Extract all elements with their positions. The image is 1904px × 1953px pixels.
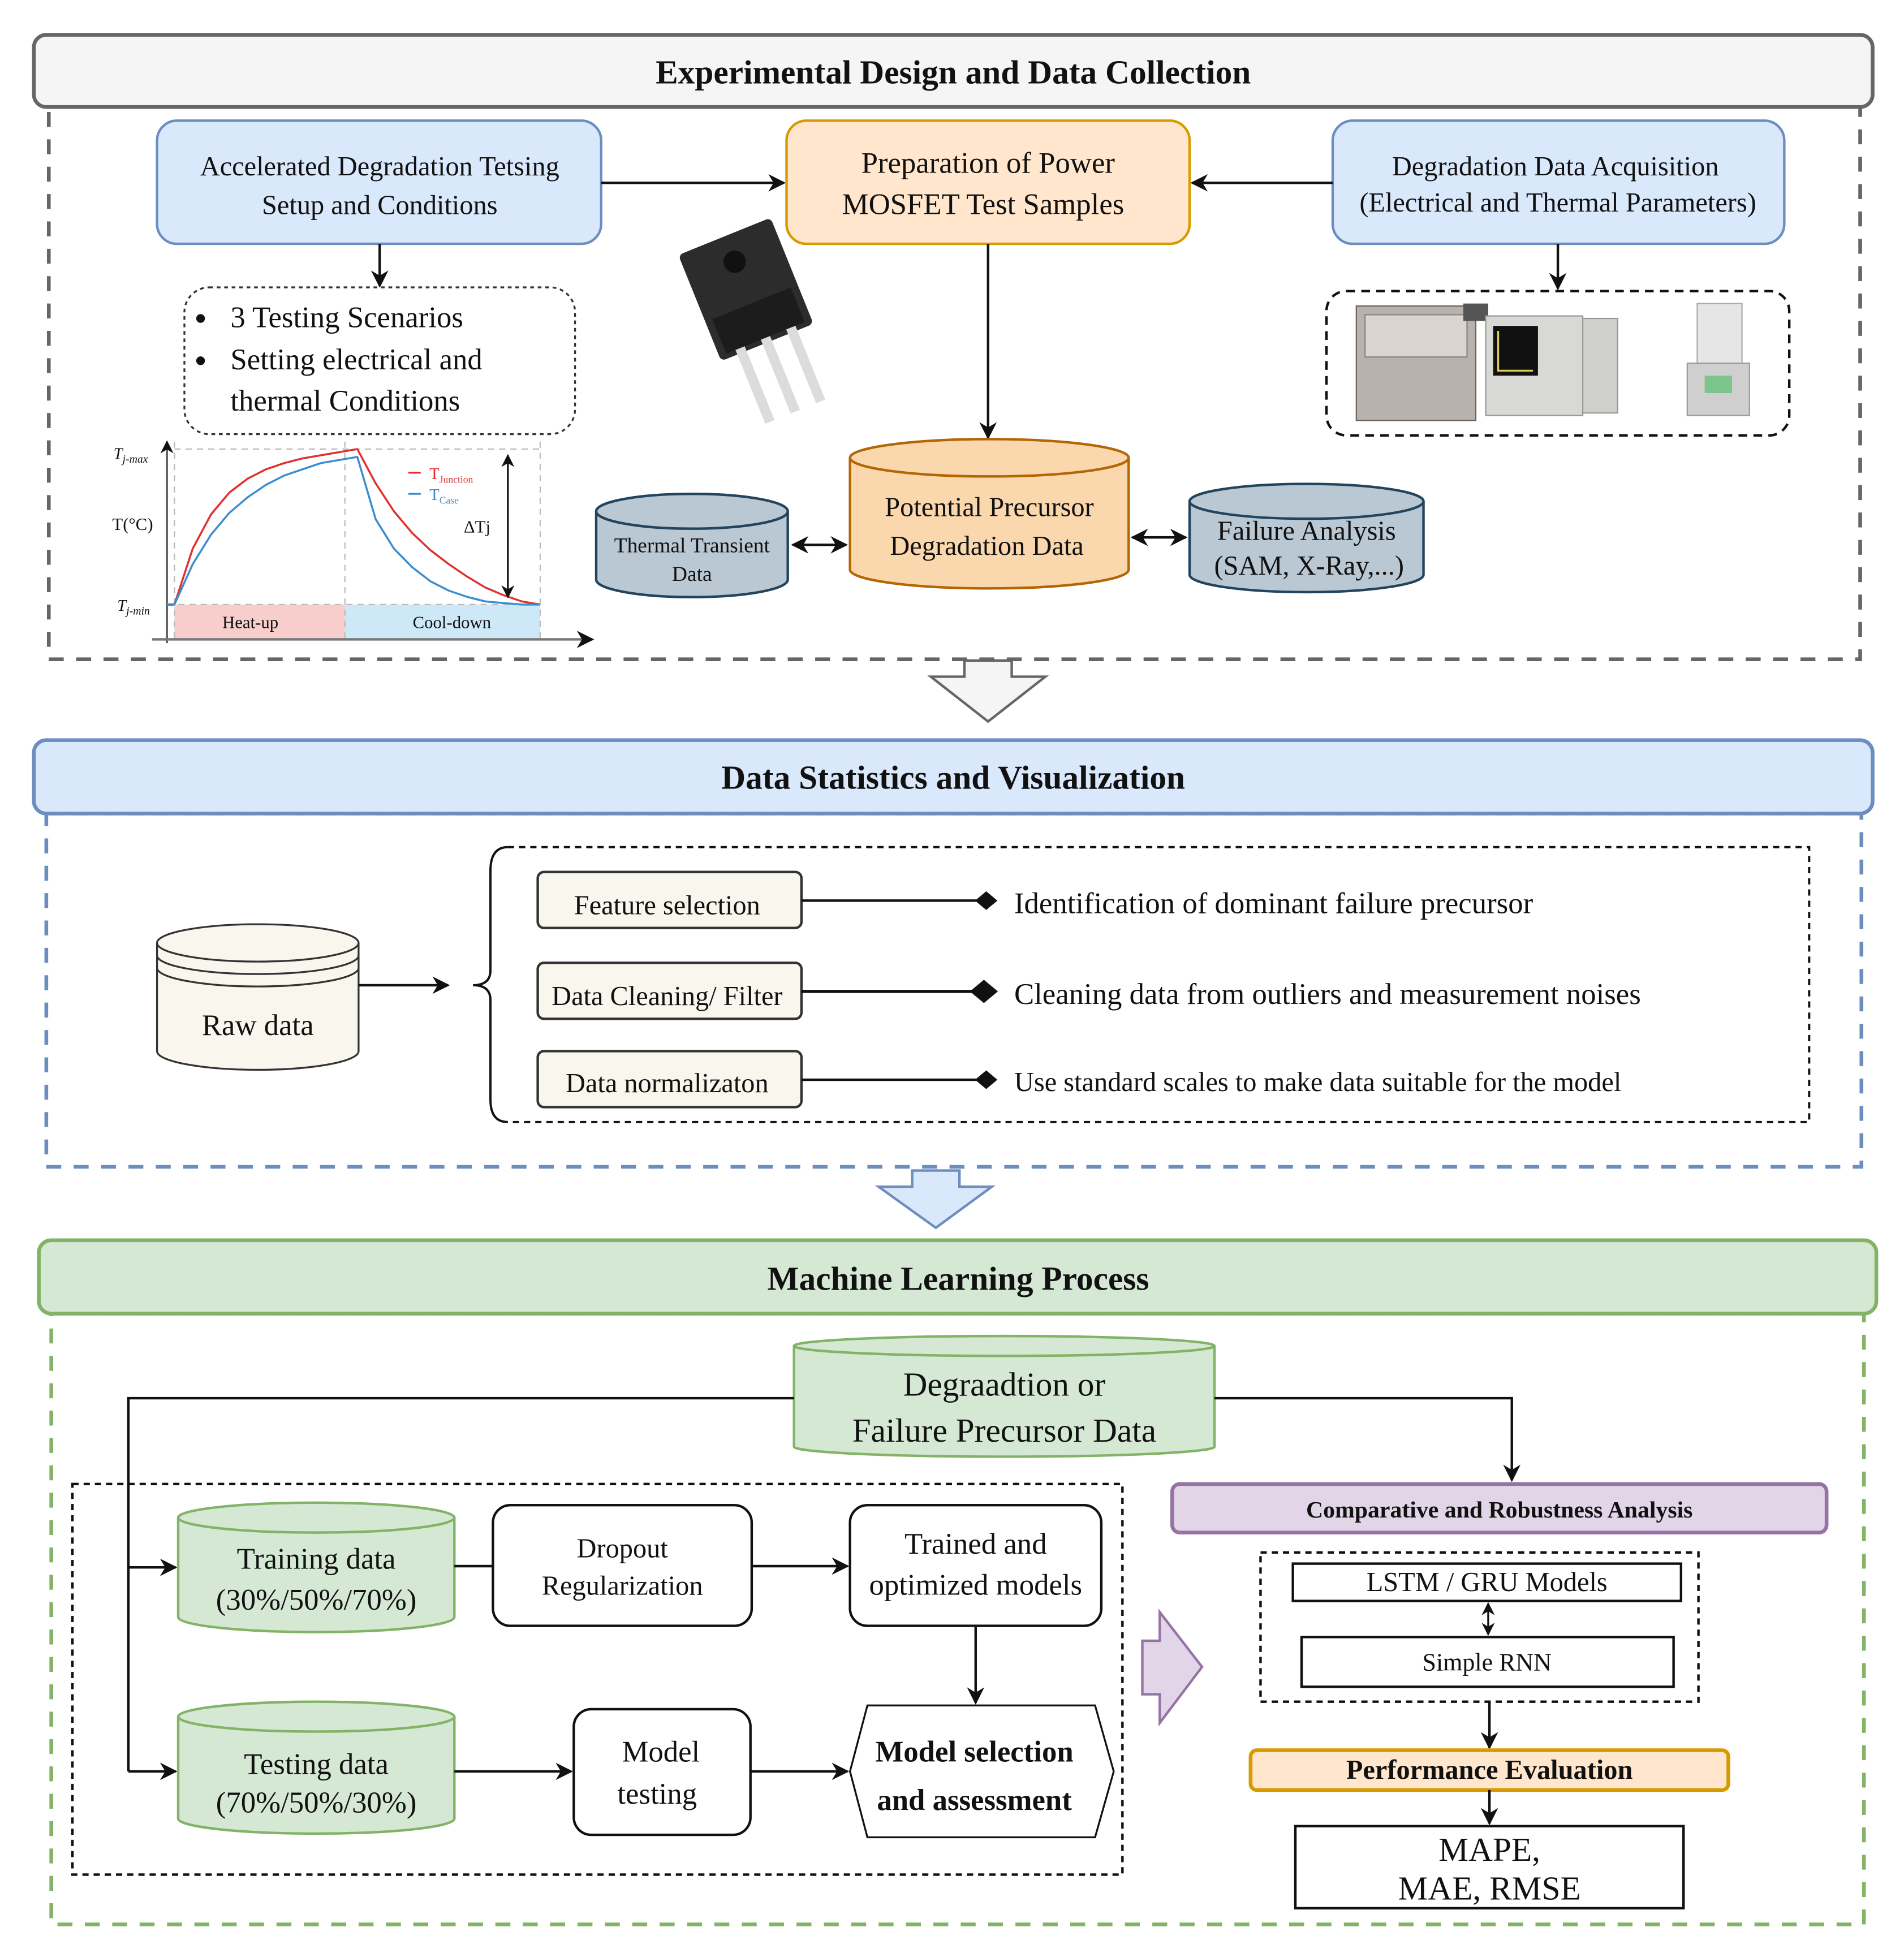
- thermal-db-label-1: Thermal Transient: [614, 534, 770, 558]
- failure-analysis-db[interactable]: Failure Analysis (SAM, X-Ray,...): [1188, 482, 1425, 594]
- step-description: Use standard scales to make data suitabl…: [1014, 1067, 1621, 1097]
- trained-label-1: Trained and: [904, 1528, 1047, 1560]
- simple-rnn-box[interactable]: Simple RNN: [1300, 1636, 1675, 1688]
- prep-box[interactable]: Preparation of Power MOSFET Test Samples: [785, 119, 1191, 245]
- acquisition-box[interactable]: Degradation Data Acquisition (Electrical…: [1331, 119, 1786, 245]
- trained-label-2: optimized models: [869, 1569, 1082, 1602]
- section-experimental: Experimental Design and Data Collection …: [32, 33, 1875, 661]
- flow-arrow-down-icon: [875, 1169, 996, 1230]
- source-db-label-2: Failure Precursor Data: [852, 1412, 1156, 1449]
- thermal-db-label-2: Data: [672, 563, 712, 586]
- test-equipment-icon: [1355, 303, 1750, 421]
- performance-label: Performance Evaluation: [1346, 1755, 1633, 1785]
- bullet-icon: [196, 314, 205, 323]
- training-db[interactable]: Training data (30%/50%/70%): [176, 1501, 456, 1633]
- raw-data-label: Raw data: [202, 1009, 314, 1042]
- scenario-bullet-1: 3 Testing Scenarios: [230, 301, 463, 334]
- source-db[interactable]: Degraadtion or Failure Precursor Data: [792, 1334, 1216, 1458]
- section-statistics: Data Statistics and Visualization Raw da…: [32, 738, 1875, 1169]
- phase-label-heatup: Heat-up: [222, 613, 278, 632]
- selection-label-1: Model selection: [875, 1735, 1073, 1768]
- equipment-group: [1325, 290, 1791, 437]
- legend: TJunction TCase: [408, 465, 473, 506]
- step-data-cleaning[interactable]: Data Cleaning/ Filter: [536, 962, 803, 1020]
- selection-label-2: and assessment: [877, 1784, 1072, 1817]
- legend-case: TCase: [429, 486, 459, 506]
- model-testing-box[interactable]: Model testing: [572, 1708, 752, 1836]
- model-testing-label-2: testing: [617, 1778, 697, 1810]
- testing-label-2: (70%/50%/30%): [216, 1786, 417, 1819]
- ytick-tmax: Tj-max: [114, 446, 148, 466]
- bullet-icon: [196, 356, 205, 365]
- step-label: Feature selection: [574, 891, 760, 921]
- brace: [473, 846, 508, 1123]
- model-selection-box[interactable]: Model selection and assessment: [848, 1704, 1115, 1839]
- failure-db-label-2: (SAM, X-Ray,...): [1214, 551, 1403, 581]
- precursor-db-label-2: Degradation Data: [890, 531, 1084, 561]
- legend-junction: TJunction: [429, 465, 473, 485]
- prep-label-2: MOSFET Test Samples: [842, 188, 1125, 221]
- step-feature-selection[interactable]: Feature selection: [536, 870, 803, 929]
- comparative-label: Comparative and Robustness Analysis: [1306, 1497, 1692, 1523]
- workflow-diagram: Experimental Design and Data Collection …: [32, 33, 1879, 1926]
- precursor-db[interactable]: Potential Precursor Degradation Data: [848, 438, 1130, 590]
- mosfet-to247-icon: [679, 219, 825, 424]
- prep-label-1: Preparation of Power: [861, 147, 1115, 180]
- dropout-box[interactable]: Dropout Regularization: [492, 1504, 753, 1627]
- source-db-label-1: Degraadtion or: [903, 1366, 1105, 1403]
- metrics-box[interactable]: MAPE, MAE, RMSE: [1294, 1825, 1685, 1910]
- performance-evaluation-header[interactable]: Performance Evaluation: [1248, 1748, 1730, 1792]
- dropout-label-1: Dropout: [577, 1534, 669, 1564]
- precursor-db-label-1: Potential Precursor: [885, 493, 1093, 523]
- section-title: Data Statistics and Visualization: [721, 758, 1185, 796]
- section-ml: Machine Learning Process Degraadtion or …: [37, 1238, 1879, 1926]
- metrics-label-1: MAPE,: [1438, 1831, 1540, 1868]
- step-description: Identification of dominant failure precu…: [1014, 887, 1533, 920]
- step-normalization[interactable]: Data normalizaton: [536, 1050, 803, 1109]
- arrow-to-comparative: [1214, 1396, 1521, 1482]
- testing-label-1: Testing data: [244, 1748, 389, 1780]
- y-axis-label: T(°C): [112, 515, 153, 534]
- metrics-label-2: MAE, RMSE: [1398, 1869, 1580, 1907]
- section-title: Experimental Design and Data Collection: [656, 53, 1251, 90]
- flow-arrow-right-icon: [1141, 1608, 1204, 1727]
- flow-arrow-down-icon: [927, 659, 1049, 723]
- ytick-tmin: Tj-min: [117, 597, 150, 618]
- raw-data-db[interactable]: Raw data: [156, 923, 360, 1071]
- step-label: Data normalizaton: [566, 1068, 769, 1098]
- thermal-cycle-chart: ΔTj Tj-max Tj-min T(°C) Heat-up Cool-dow…: [112, 440, 595, 648]
- section-title: Machine Learning Process: [767, 1260, 1149, 1297]
- lstm-gru-box[interactable]: LSTM / GRU Models: [1291, 1562, 1683, 1602]
- dropout-label-2: Regularization: [542, 1571, 703, 1601]
- step-label: Data Cleaning/ Filter: [552, 981, 782, 1011]
- setup-label-1: Accelerated Degradation Tetsing: [200, 152, 559, 182]
- model-testing-label-1: Model: [622, 1735, 700, 1768]
- scenario-bullet-3: thermal Conditions: [230, 385, 460, 417]
- acq-label-2: (Electrical and Thermal Parameters): [1359, 188, 1756, 218]
- trained-models-box[interactable]: Trained and optimized models: [848, 1504, 1103, 1627]
- failure-db-label-1: Failure Analysis: [1217, 516, 1396, 546]
- delta-tj-label: ΔTj: [464, 517, 490, 536]
- comparative-analysis-header[interactable]: Comparative and Robustness Analysis: [1170, 1482, 1829, 1534]
- training-label-2: (30%/50%/70%): [216, 1584, 417, 1616]
- testing-db[interactable]: Testing data (70%/50%/30%): [176, 1700, 456, 1835]
- scenario-bullet-2: Setting electrical and: [230, 343, 482, 376]
- training-label-1: Training data: [237, 1542, 396, 1575]
- lstm-label: LSTM / GRU Models: [1367, 1567, 1608, 1597]
- acq-label-1: Degradation Data Acquisition: [1392, 152, 1719, 182]
- setup-label-2: Setup and Conditions: [262, 190, 498, 220]
- scenarios-box: 3 Testing Scenarios Setting electrical a…: [183, 286, 576, 436]
- thermal-transient-db[interactable]: Thermal Transient Data: [595, 492, 789, 598]
- rnn-label: Simple RNN: [1423, 1649, 1552, 1676]
- setup-box[interactable]: Accelerated Degradation Tetsing Setup an…: [156, 119, 602, 245]
- step-description: Cleaning data from outliers and measurem…: [1014, 978, 1641, 1011]
- phase-label-cooldown: Cool-down: [413, 613, 492, 632]
